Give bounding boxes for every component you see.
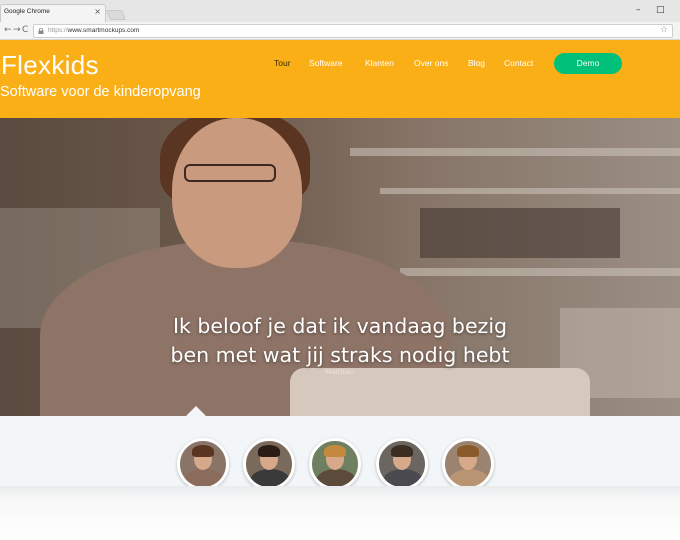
avatar-hair [258, 445, 280, 457]
hero-person-glasses [184, 164, 276, 182]
nav-item-blog[interactable]: Blog [468, 58, 485, 68]
page-footer-area [0, 486, 680, 540]
avatar-hair [192, 445, 214, 457]
browser-toolbar: ← → C https://www.smartmockups.com ☆ [0, 22, 680, 40]
bookmark-star-icon[interactable]: ☆ [660, 25, 668, 35]
url-prefix: https:// [48, 27, 68, 34]
active-testimonial-pointer [186, 406, 206, 416]
site-logo[interactable]: Flexkids [1, 50, 99, 81]
hero-shelf-back [420, 208, 620, 258]
nav-item-software[interactable]: Software [309, 58, 343, 68]
forward-icon[interactable]: → [13, 25, 21, 36]
back-icon[interactable]: ← [4, 25, 12, 36]
testimonial-avatar-2[interactable] [243, 438, 295, 490]
avatar-hair [457, 445, 479, 457]
site-tagline: Software voor de kinderopvang [0, 84, 201, 100]
nav-item-klanten[interactable]: Klanten [365, 58, 394, 68]
avatar-hair [391, 445, 413, 457]
hero-quote-author: Matthieu [325, 368, 355, 376]
hero-quote-line-2: ben met wat jij straks nodig hebt [170, 343, 510, 367]
hero-shelf [380, 188, 680, 194]
hero-shelf [400, 268, 680, 276]
tab-title: Google Chrome [4, 8, 50, 15]
testimonial-avatar-4[interactable] [376, 438, 428, 490]
lock-icon [38, 28, 44, 34]
testimonial-avatar-3[interactable] [309, 438, 361, 490]
hero-section: Ik beloof je dat ik vandaag bezig ben me… [0, 118, 680, 416]
maximize-icon[interactable]: □ [656, 5, 665, 15]
browser-titlebar: Google Chrome × – □ [0, 0, 680, 22]
browser-tab[interactable]: Google Chrome × [0, 4, 106, 22]
url-domain: www.smartmockups.com [67, 27, 140, 34]
testimonial-avatar-1[interactable] [177, 438, 229, 490]
testimonial-avatar-5[interactable] [442, 438, 494, 490]
avatar-hair [324, 445, 346, 457]
demo-button[interactable]: Demo [554, 53, 622, 74]
hero-quote-line-1: Ik beloof je dat ik vandaag bezig [172, 314, 508, 338]
nav-item-tour[interactable]: Tour [274, 58, 291, 68]
site-header: Flexkids Software voor de kinderopvang T… [0, 40, 680, 118]
nav-item-contact[interactable]: Contact [504, 58, 533, 68]
hero-person-face [172, 118, 302, 268]
minimize-icon[interactable]: – [636, 5, 641, 15]
url-text: https://www.smartmockups.com [48, 27, 139, 34]
reload-icon[interactable]: C [22, 25, 28, 36]
address-bar[interactable]: https://www.smartmockups.com ☆ [33, 24, 673, 38]
nav-item-over-ons[interactable]: Over ons [414, 58, 449, 68]
new-tab-button[interactable] [106, 10, 126, 20]
tab-close-icon[interactable]: × [94, 7, 101, 16]
testimonial-strip [0, 416, 680, 490]
hero-shelf [350, 148, 680, 156]
